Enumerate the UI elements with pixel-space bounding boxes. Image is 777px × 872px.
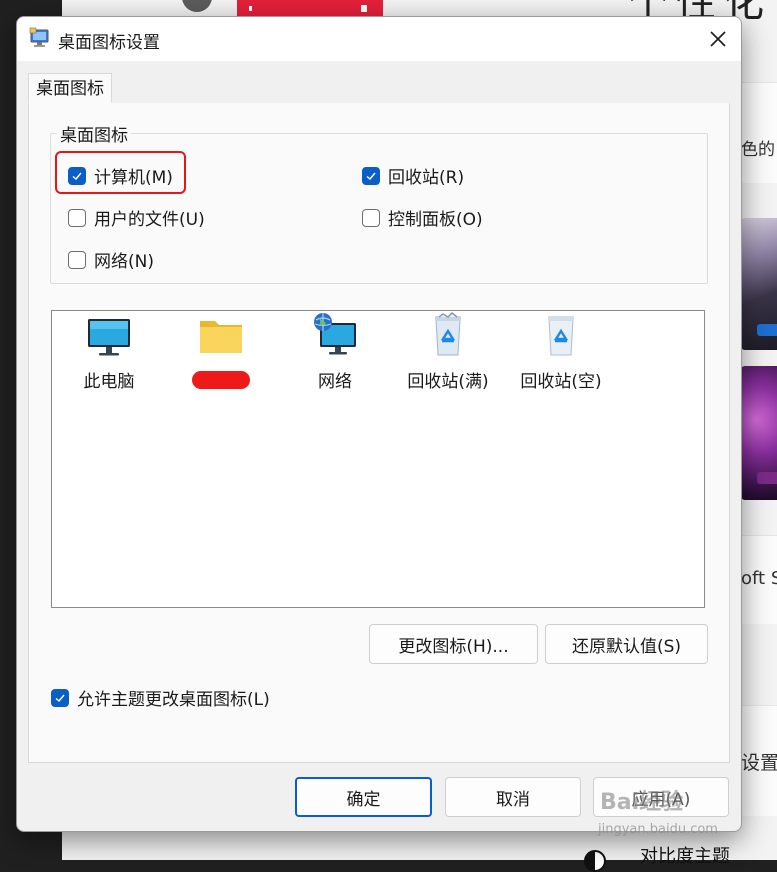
groupbox-title: 桌面图标 xyxy=(57,121,131,146)
checkbox-network[interactable]: 网络(N) xyxy=(68,247,154,272)
checkbox-label: 回收站(R) xyxy=(388,168,465,188)
icon-list[interactable]: 此电脑 网络 回收站(满) 回收站(空) xyxy=(51,310,705,608)
watermark-url: jingyan.baidu.com xyxy=(598,822,718,837)
checkbox-recycle-bin[interactable]: 回收站(R) xyxy=(362,163,464,188)
network-icon xyxy=(314,313,356,355)
checkbox-label: 控制面板(O) xyxy=(388,210,483,230)
checkbox-unchecked-icon xyxy=(362,208,380,227)
checkbox-checked-icon xyxy=(51,688,69,707)
contrast-icon xyxy=(584,850,606,872)
contrast-theme-label: 对比度主题 xyxy=(640,846,730,867)
recycle-bin-empty-icon xyxy=(548,316,574,356)
settings-panel-color[interactable]: 色的 xyxy=(741,82,777,183)
settings-panel-desktop-icons-label: 设置 xyxy=(741,752,777,774)
checkbox-label: 网络(N) xyxy=(94,252,154,272)
dialog-titlebar[interactable]: 桌面图标设置 xyxy=(17,17,741,61)
dialog-title: 桌面图标设置 xyxy=(58,33,160,53)
tab-desktop-icons[interactable]: 桌面图标 xyxy=(28,73,112,103)
annotation-highlight xyxy=(55,151,186,194)
change-icon-button[interactable]: 更改图标(H)... xyxy=(369,624,538,664)
watermark-logo: Bai经验 xyxy=(600,790,684,815)
ok-button[interactable]: 确定 xyxy=(295,777,432,817)
recycle-bin-full-icon xyxy=(435,311,461,356)
close-button[interactable] xyxy=(695,17,741,61)
checkbox-unchecked-icon xyxy=(68,208,86,227)
checkbox-allow-theme[interactable]: 允许主题更改桌面图标(L) xyxy=(51,685,270,710)
checkbox-user-files[interactable]: 用户的文件(U) xyxy=(68,205,205,230)
theme-thumbnail-2[interactable] xyxy=(741,366,777,500)
icon-label: 回收站(空) xyxy=(520,372,602,392)
checkbox-control-panel[interactable]: 控制面板(O) xyxy=(362,205,483,230)
icon-label: 网络 xyxy=(318,372,352,392)
settings-panel-desktop-icons[interactable]: 设置 xyxy=(741,705,777,816)
restore-default-button[interactable]: 还原默认值(S) xyxy=(545,624,708,664)
icon-label: 此电脑 xyxy=(83,372,135,392)
avatar xyxy=(182,0,212,12)
icon-label: 回收站(满) xyxy=(407,372,489,392)
settings-panel-store-label: oft St xyxy=(741,568,777,589)
redaction-mark xyxy=(192,371,250,389)
checkbox-label: 用户的文件(U) xyxy=(94,210,205,230)
checkbox-unchecked-icon xyxy=(68,250,86,269)
desktop-settings-icon xyxy=(29,27,49,47)
folder-icon xyxy=(200,321,242,353)
close-icon xyxy=(710,31,726,47)
theme-thumbnail-1[interactable] xyxy=(741,218,777,350)
cancel-button[interactable]: 取消 xyxy=(445,777,581,817)
settings-panel-store[interactable]: oft St xyxy=(741,535,777,624)
tab-strip: 桌面图标 xyxy=(28,73,730,104)
checkbox-checked-icon xyxy=(362,166,380,185)
settings-panel-color-label: 色的 xyxy=(741,140,775,160)
monitor-icon xyxy=(88,319,130,356)
desktop-icon-settings-dialog: 桌面图标设置 桌面图标 桌面图标 计算机(M) 回收站(R) 用户的文件(U) … xyxy=(16,16,742,832)
checkbox-label: 允许主题更改桌面图标(L) xyxy=(77,690,270,710)
